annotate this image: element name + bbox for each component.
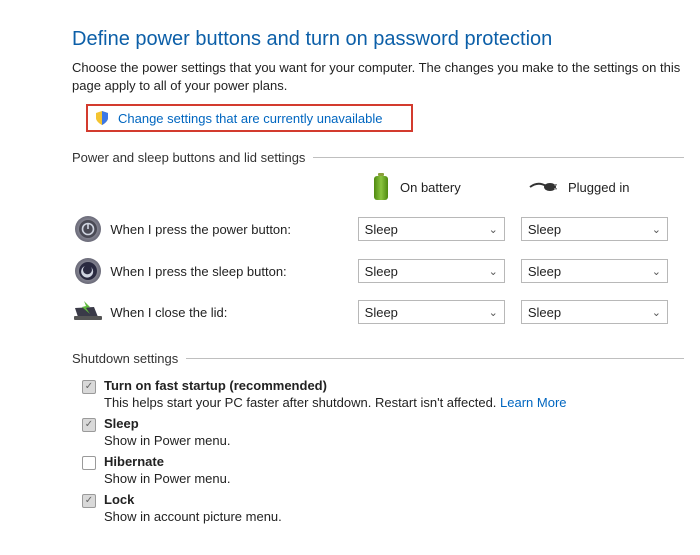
lock-title: Lock xyxy=(104,492,134,507)
header-on-battery-label: On battery xyxy=(400,180,461,195)
shutdown-item-fast-startup: Turn on fast startup (recommended) This … xyxy=(82,378,684,410)
shutdown-item-sleep: Sleep Show in Power menu. xyxy=(82,416,684,448)
power-button-battery-select[interactable]: Sleep ⌄ xyxy=(358,217,505,241)
header-on-battery: On battery xyxy=(372,173,528,201)
row-close-lid: When I close the lid: Sleep ⌄ Sleep ⌄ xyxy=(72,299,684,325)
power-button-plugged-select[interactable]: Sleep ⌄ xyxy=(521,217,668,241)
page-title: Define power buttons and turn on passwor… xyxy=(72,28,684,51)
fast-startup-desc-row: This helps start your PC faster after sh… xyxy=(104,395,567,410)
chevron-down-icon: ⌄ xyxy=(489,265,498,278)
shield-icon xyxy=(94,110,110,126)
power-button-icon xyxy=(72,215,104,243)
lock-checkbox[interactable] xyxy=(82,494,96,508)
row-power-button: When I press the power button: Sleep ⌄ S… xyxy=(72,215,684,243)
section-shutdown-label: Shutdown settings xyxy=(72,351,178,366)
sleep-button-plugged-value: Sleep xyxy=(528,264,561,279)
chevron-down-icon: ⌄ xyxy=(489,223,498,236)
section-power-sleep: Power and sleep buttons and lid settings xyxy=(72,150,684,165)
shutdown-item-lock: Lock Show in account picture menu. xyxy=(82,492,684,524)
divider xyxy=(186,358,684,359)
intro-text: Choose the power settings that you want … xyxy=(72,59,684,94)
close-lid-label: When I close the lid: xyxy=(104,305,357,320)
sleep-button-battery-select[interactable]: Sleep ⌄ xyxy=(358,259,505,283)
battery-icon xyxy=(372,173,390,201)
close-lid-battery-value: Sleep xyxy=(365,305,398,320)
divider xyxy=(313,157,684,158)
power-button-label: When I press the power button: xyxy=(104,222,357,237)
column-headers: On battery Plugged in xyxy=(72,173,684,201)
power-button-plugged-value: Sleep xyxy=(528,222,561,237)
header-plugged-in: Plugged in xyxy=(528,179,684,195)
fast-startup-checkbox[interactable] xyxy=(82,380,96,394)
sleep-checkbox[interactable] xyxy=(82,418,96,432)
hibernate-title: Hibernate xyxy=(104,454,164,469)
plug-icon xyxy=(528,179,558,195)
hibernate-desc: Show in Power menu. xyxy=(104,471,230,486)
header-plugged-in-label: Plugged in xyxy=(568,180,629,195)
sleep-button-plugged-select[interactable]: Sleep ⌄ xyxy=(521,259,668,283)
fast-startup-title: Turn on fast startup (recommended) xyxy=(104,378,327,393)
laptop-lid-icon xyxy=(72,299,104,325)
section-power-sleep-label: Power and sleep buttons and lid settings xyxy=(72,150,305,165)
lock-desc: Show in account picture menu. xyxy=(104,509,282,524)
chevron-down-icon: ⌄ xyxy=(652,223,661,236)
chevron-down-icon: ⌄ xyxy=(489,306,498,319)
close-lid-plugged-value: Sleep xyxy=(528,305,561,320)
change-settings-region: Change settings that are currently unava… xyxy=(86,104,413,132)
change-settings-link[interactable]: Change settings that are currently unava… xyxy=(118,111,383,126)
sleep-desc: Show in Power menu. xyxy=(104,433,230,448)
row-sleep-button: When I press the sleep button: Sleep ⌄ S… xyxy=(72,257,684,285)
hibernate-checkbox[interactable] xyxy=(82,456,96,470)
chevron-down-icon: ⌄ xyxy=(652,306,661,319)
power-button-battery-value: Sleep xyxy=(365,222,398,237)
sleep-button-icon xyxy=(72,257,104,285)
sleep-title: Sleep xyxy=(104,416,139,431)
sleep-button-battery-value: Sleep xyxy=(365,264,398,279)
section-shutdown: Shutdown settings xyxy=(72,351,684,366)
learn-more-link[interactable]: Learn More xyxy=(500,395,566,410)
shutdown-item-hibernate: Hibernate Show in Power menu. xyxy=(82,454,684,486)
close-lid-battery-select[interactable]: Sleep ⌄ xyxy=(358,300,505,324)
fast-startup-desc: This helps start your PC faster after sh… xyxy=(104,395,500,410)
chevron-down-icon: ⌄ xyxy=(652,265,661,278)
sleep-button-label: When I press the sleep button: xyxy=(104,264,357,279)
close-lid-plugged-select[interactable]: Sleep ⌄ xyxy=(521,300,668,324)
